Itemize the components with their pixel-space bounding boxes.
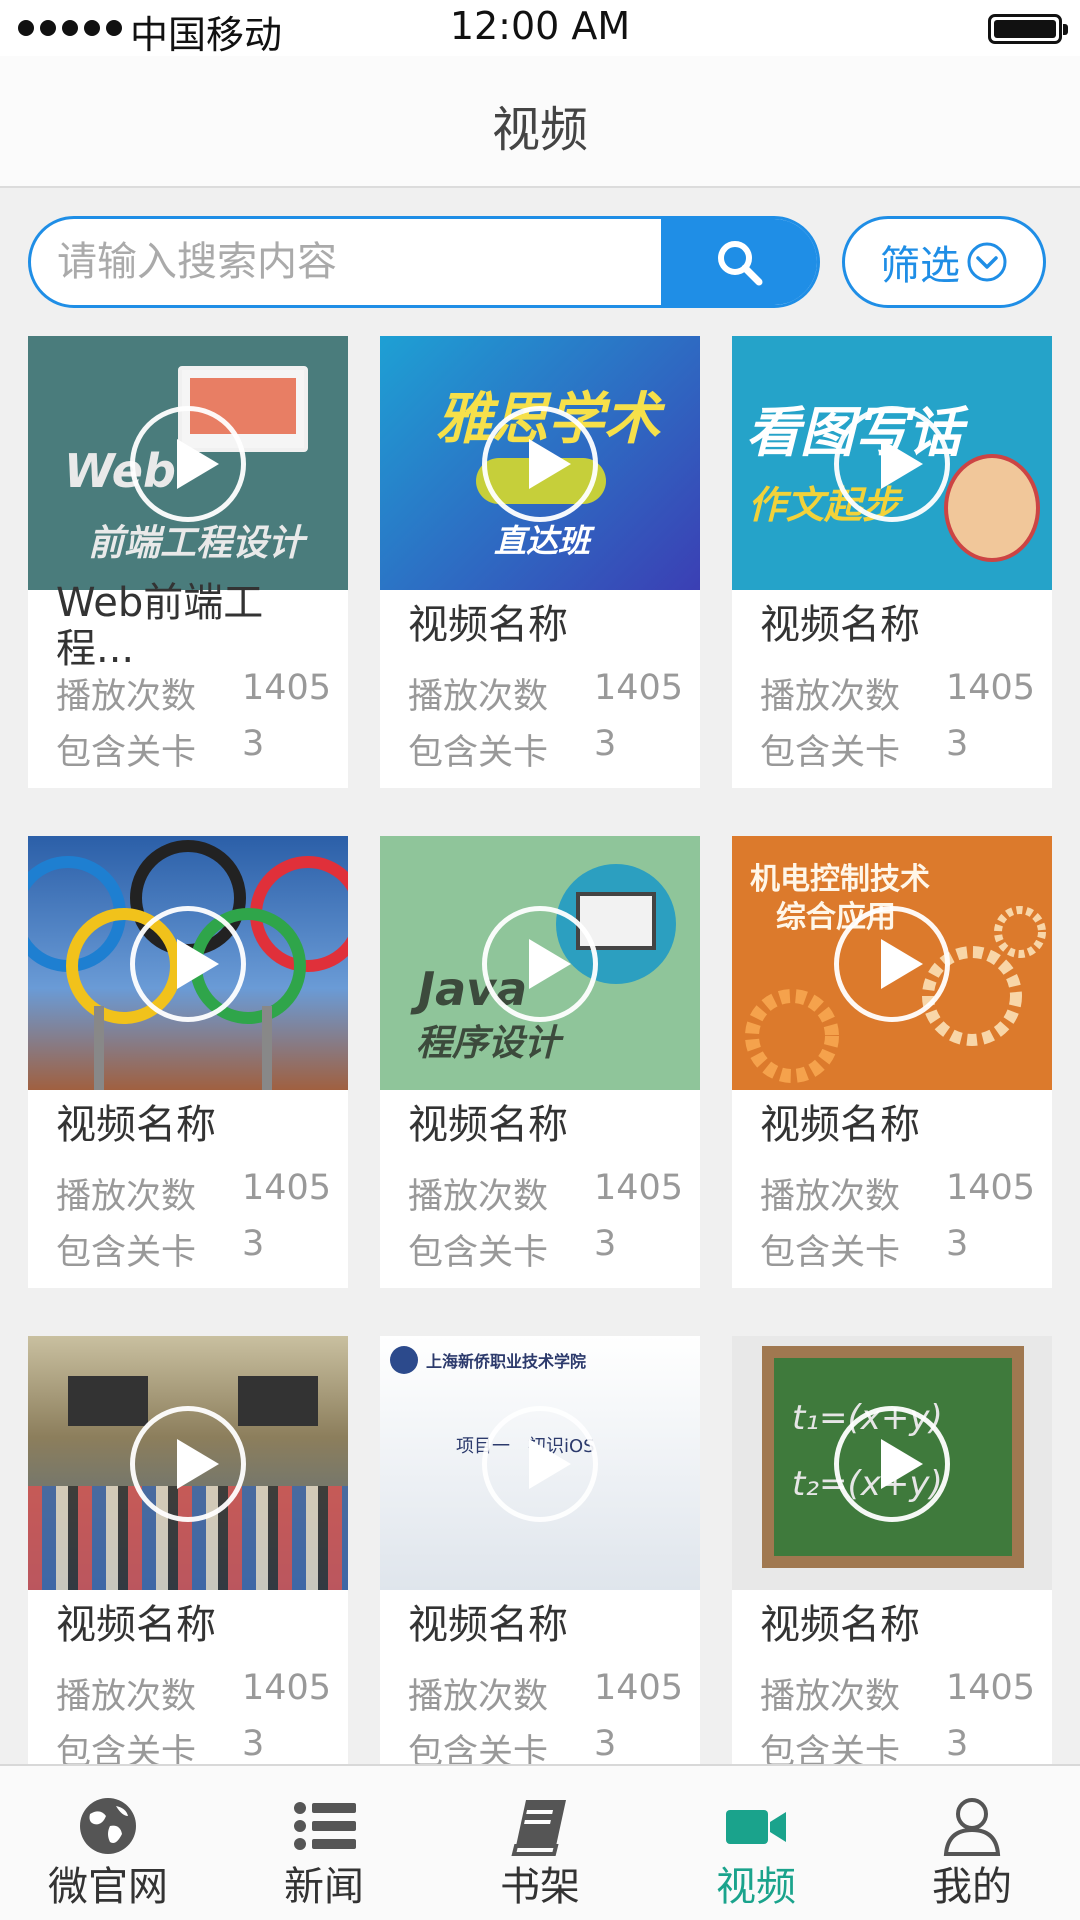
bottom-tab-bar: 微官网 新闻 书架 视频 我的 [0, 1764, 1080, 1920]
level-count: 包含关卡 3 [56, 1724, 265, 1764]
video-title: 视频名称 [408, 1602, 568, 1648]
tab-label: 我的 [932, 1864, 1012, 1910]
play-count: 播放次数 1405 [408, 1168, 684, 1217]
tab-label: 微官网 [48, 1864, 168, 1910]
book-icon [511, 1800, 566, 1856]
video-card[interactable]: 看图写话 作文起步 视频名称 播放次数 1405 包含关卡 3 [732, 336, 1052, 788]
page-title: 视频 [491, 102, 588, 158]
search-button[interactable] [661, 219, 817, 305]
video-title: 视频名称 [408, 1102, 568, 1148]
video-thumbnail [28, 836, 348, 1090]
play-icon[interactable] [834, 1406, 950, 1522]
video-card[interactable]: Web 前端工程设计 Web前端工程... 播放次数 1405 包含关卡 3 [28, 336, 348, 788]
filter-label: 筛选 [880, 243, 960, 289]
video-title: 视频名称 [760, 1102, 920, 1148]
list-icon [294, 1802, 356, 1850]
search-input[interactable] [57, 219, 677, 305]
level-count: 包含关卡 3 [408, 1724, 617, 1764]
play-count: 播放次数 1405 [408, 1668, 684, 1717]
tab-label: 书架 [500, 1864, 580, 1910]
cartoon-child-illustration [944, 454, 1040, 562]
level-count: 包含关卡 3 [408, 724, 617, 773]
play-count: 播放次数 1405 [56, 1168, 332, 1217]
tab-micro-site[interactable]: 微官网 [0, 1766, 216, 1920]
thumbnail-caption: 直达班 [494, 522, 591, 560]
play-icon[interactable] [834, 406, 950, 522]
play-icon[interactable] [482, 1406, 598, 1522]
level-count: 包含关卡 3 [760, 724, 969, 773]
video-camera-icon [726, 1810, 786, 1844]
tv-screen-illustration [68, 1376, 148, 1426]
video-card[interactable]: t₁=(x+y) t₂=(x+y) 视频名称 播放次数 1405 包含关卡 3 [732, 1336, 1052, 1764]
video-title: 视频名称 [56, 1602, 216, 1648]
play-icon[interactable] [130, 406, 246, 522]
video-card[interactable]: 视频名称 播放次数 1405 包含关卡 3 [28, 1336, 348, 1764]
level-count: 包含关卡 3 [408, 1224, 617, 1273]
play-count: 播放次数 1405 [56, 1668, 332, 1717]
video-thumbnail: Web 前端工程设计 [28, 336, 348, 590]
video-card[interactable]: 视频名称 播放次数 1405 包含关卡 3 [28, 836, 348, 1288]
video-grid: Web 前端工程设计 Web前端工程... 播放次数 1405 包含关卡 3 雅思学… [28, 336, 1052, 1764]
video-title: Web前端工程... [56, 580, 264, 672]
tab-label: 新闻 [284, 1864, 364, 1910]
play-icon[interactable] [482, 406, 598, 522]
play-count: 播放次数 1405 [760, 1168, 1036, 1217]
battery-icon [988, 14, 1068, 44]
video-card[interactable]: 机电控制技术 综合应用 视频名称 播放次数 1405 包含关卡 3 [732, 836, 1052, 1288]
level-count: 包含关卡 3 [760, 1724, 969, 1764]
play-count: 播放次数 1405 [760, 668, 1036, 717]
tab-video[interactable]: 视频 [648, 1766, 864, 1920]
search-row: 筛选 [28, 216, 1052, 308]
filter-button[interactable]: 筛选 [842, 216, 1046, 308]
level-count: 包含关卡 3 [56, 724, 265, 773]
play-icon[interactable] [482, 906, 598, 1022]
video-title: 视频名称 [760, 602, 920, 648]
video-card[interactable]: Java 程序设计 视频名称 播放次数 1405 包含关卡 3 [380, 836, 700, 1288]
thumbnail-caption: 前端工程设计 [88, 523, 305, 564]
video-title: 视频名称 [408, 602, 568, 648]
tab-news[interactable]: 新闻 [216, 1766, 432, 1920]
chevron-down-circle-icon [967, 242, 1007, 282]
thumbnail-caption: 上海新侨职业技术学院 [426, 1352, 587, 1371]
video-title: 视频名称 [760, 1602, 920, 1648]
search-icon [718, 241, 763, 286]
level-count: 包含关卡 3 [760, 1224, 969, 1273]
video-thumbnail: 看图写话 作文起步 [732, 336, 1052, 590]
video-card[interactable]: 雅思学术 直达班 视频名称 播放次数 1405 包含关卡 3 [380, 336, 700, 788]
level-count: 包含关卡 3 [56, 1224, 265, 1273]
play-count: 播放次数 1405 [408, 668, 684, 717]
user-icon [943, 1798, 1001, 1856]
navigation-bar: 视频 [0, 56, 1080, 188]
globe-icon [80, 1798, 136, 1854]
tab-mine[interactable]: 我的 [864, 1766, 1080, 1920]
play-count: 播放次数 1405 [56, 668, 332, 717]
video-thumbnail [28, 1336, 348, 1590]
video-thumbnail: Java 程序设计 [380, 836, 700, 1090]
status-time: 12:00 AM [449, 4, 631, 48]
school-logo-icon [390, 1346, 418, 1374]
search-box [28, 216, 820, 308]
play-count: 播放次数 1405 [760, 1668, 1036, 1717]
play-icon[interactable] [130, 906, 246, 1022]
tv-screen-illustration [238, 1376, 318, 1426]
video-thumbnail: 雅思学术 直达班 [380, 336, 700, 590]
play-icon[interactable] [130, 1406, 246, 1522]
video-thumbnail: 上海新侨职业技术学院 项目一 初识iOS [380, 1336, 700, 1590]
video-thumbnail: t₁=(x+y) t₂=(x+y) [732, 1336, 1052, 1590]
play-icon[interactable] [834, 906, 950, 1022]
tab-label: 视频 [716, 1864, 796, 1910]
tab-bookshelf[interactable]: 书架 [432, 1766, 648, 1920]
video-card[interactable]: 上海新侨职业技术学院 项目一 初识iOS 视频名称 播放次数 1405 包含关卡 3 [380, 1336, 700, 1764]
video-thumbnail: 机电控制技术 综合应用 [732, 836, 1052, 1090]
status-bar: 中国移动 12:00 AM [0, 0, 1080, 57]
video-title: 视频名称 [56, 1102, 216, 1148]
